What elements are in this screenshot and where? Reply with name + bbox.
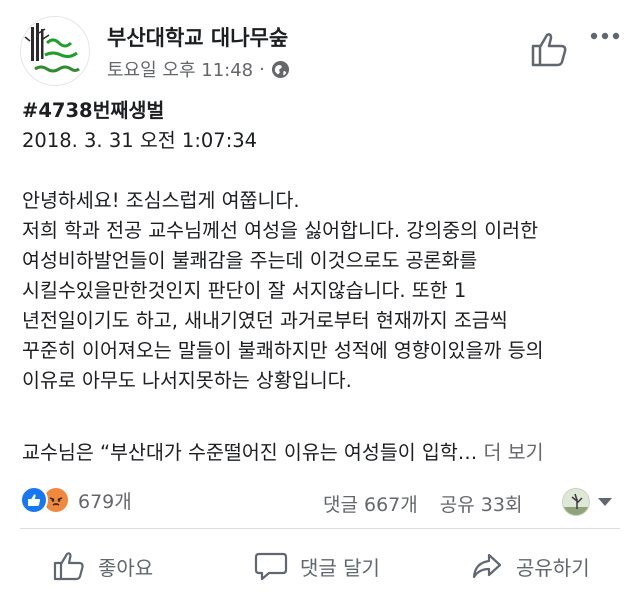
- body-line: 이유로 아무도 나서지못하는 상황입니다.: [22, 369, 352, 392]
- post-timestamp[interactable]: 토요일 오후 11:48: [107, 56, 253, 82]
- body-line: 꾸준히 이어져오는 말들이 불쾌하지만 성적에 영향이있을까 등의: [22, 339, 544, 362]
- comment-label: 댓글 달기: [300, 555, 380, 580]
- meta-separator: ·: [259, 58, 265, 80]
- divider: [20, 528, 620, 529]
- globe-icon: [271, 60, 289, 78]
- body-line: 안녕하세요! 조심스럽게 여쭙니다.: [22, 189, 300, 212]
- reaction-count: 679개: [78, 490, 132, 513]
- comment-count[interactable]: 댓글 667개: [323, 494, 418, 516]
- page-name[interactable]: 부산대학교 대나무숲: [107, 22, 288, 52]
- post-date: 2018. 3. 31 오전 1:07:34: [22, 129, 258, 152]
- like-button[interactable]: 좋아요: [52, 550, 153, 582]
- comment-bubble-icon: [254, 552, 288, 581]
- share-label: 공유하기: [516, 555, 590, 580]
- page-avatar[interactable]: [20, 16, 90, 86]
- share-as-avatar[interactable]: [562, 488, 590, 516]
- action-bar: 좋아요 댓글 달기 공유하기: [0, 540, 640, 596]
- like-label: 좋아요: [98, 555, 154, 580]
- chevron-down-icon[interactable]: [598, 498, 612, 506]
- comment-share-stats: 댓글 667개 공유 33회: [323, 490, 522, 517]
- post-title: #4738번째생벌: [22, 99, 165, 122]
- body-line: 저희 학과 전공 교수님께선 여성을 싫어합니다. 강의중의 이러한: [22, 219, 539, 242]
- more-options-icon[interactable]: [588, 26, 622, 46]
- see-more-link[interactable]: 더 보기: [483, 441, 543, 464]
- engagement-bar: 679개 댓글 667개 공유 33회: [0, 480, 640, 520]
- truncated-body-line: 교수님은 “부산대가 수준떨어진 이유는 여성들이 입학… 더 보기: [22, 436, 544, 465]
- body-line: 시킬수있을만한것인지 판단이 잘 서지않습니다. 또한 1: [22, 279, 467, 302]
- share-button[interactable]: 공유하기: [470, 550, 590, 582]
- tree-photo-icon: [563, 493, 589, 515]
- post-body: #4738번째생벌 2018. 3. 31 오전 1:07:34 안녕하세요! …: [22, 96, 622, 396]
- comment-button[interactable]: 댓글 달기: [254, 550, 380, 582]
- truncated-text: 교수님은 “부산대가 수준떨어진 이유는 여성들이 입학…: [22, 441, 478, 464]
- body-line: 년전일이기도 하고, 새내기였던 과거로부터 현재까지 조금씩: [22, 309, 508, 332]
- reaction-summary[interactable]: 679개: [20, 486, 132, 514]
- body-line: 여성비하발언들이 불쾌감을 주는데 이것으로도 공론화를: [22, 249, 478, 272]
- bamboo-logo-icon: [24, 23, 80, 73]
- like-page-icon[interactable]: [530, 30, 570, 68]
- share-count[interactable]: 공유 33회: [440, 494, 523, 516]
- post-meta: 토요일 오후 11:48 ·: [107, 56, 290, 82]
- like-reaction-icon: [20, 486, 48, 514]
- share-arrow-icon: [472, 553, 502, 579]
- thumbs-up-icon: [53, 552, 84, 581]
- post-header: 부산대학교 대나무숲 토요일 오후 11:48 ·: [0, 0, 640, 90]
